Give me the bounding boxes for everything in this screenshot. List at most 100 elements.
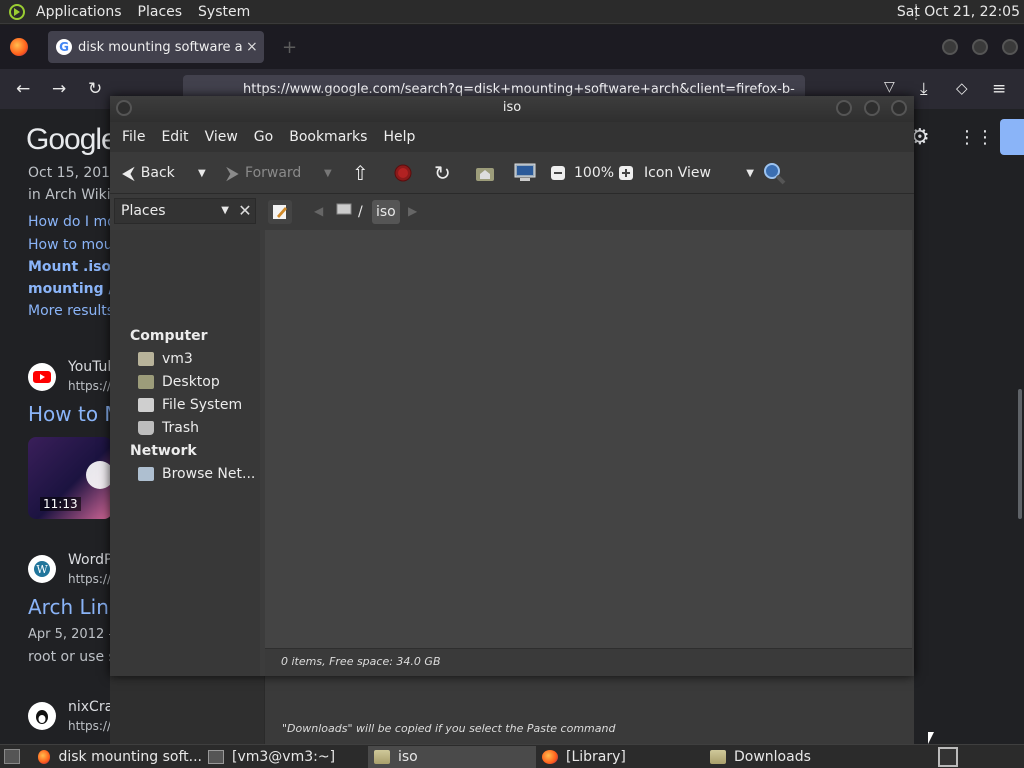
reload-icon[interactable]: ↻ [434,152,451,194]
background-window-status: "Downloads" will be copied if you select… [282,722,616,735]
zoom-in-icon[interactable] [618,152,634,194]
clock[interactable]: Sat Oct 21, 22:05 [897,0,1020,24]
task-iso[interactable]: iso [368,746,536,768]
file-manager-window: iso File Edit View Go Bookmarks Help ⮜ B… [110,96,914,676]
forward-history-dropdown[interactable]: ▼ [324,152,332,194]
trash-icon [138,421,154,435]
sidebar-item-label: Desktop [162,374,220,390]
show-desktop-icon[interactable] [4,749,20,764]
sidebar-item-label: vm3 [162,351,193,367]
forward-button[interactable]: ⮞ Forward [226,152,301,194]
applications-menu[interactable]: Applications [28,4,130,20]
menu-edit[interactable]: Edit [153,129,196,145]
play-icon [86,461,112,489]
reload-button[interactable]: ↻ [88,79,102,99]
sidebar-header-computer: Computer [130,328,208,344]
places-sidebar: Computer vm3 Desktop File System Trash N… [110,230,260,676]
result-title-link[interactable]: Arch Linu [28,595,122,619]
pocket-icon[interactable]: ▽ [884,79,895,95]
toolbar: ⮜ Back ▼ ⮞ Forward ▼ ⇧ ↻ 100% Icon View … [110,152,914,194]
result-title-link[interactable]: How to M [28,402,122,426]
video-thumbnail[interactable]: 11:13 [28,437,112,519]
sign-in-button[interactable] [1000,119,1024,155]
forward-arrow-icon: ⮞ [226,162,240,184]
top-panel: Applications Places System Sat Oct 21, 2… [0,0,1024,24]
background-window-sidebar [110,676,264,744]
search-icon[interactable] [762,152,786,194]
menu-file[interactable]: File [114,129,153,145]
minimize-icon[interactable] [836,100,852,116]
close-sidebar-icon[interactable]: ✕ [234,198,256,224]
maximize-icon[interactable] [864,100,880,116]
breadcrumb-root[interactable]: / [358,200,363,224]
close-icon[interactable] [1002,39,1018,55]
maximize-icon[interactable] [972,39,988,55]
up-icon[interactable]: ⇧ [352,152,369,194]
menu-go[interactable]: Go [246,129,281,145]
sidebar-item-desktop[interactable]: Desktop [138,371,220,393]
minimize-icon[interactable] [942,39,958,55]
google-logo[interactable]: Google [26,123,118,157]
sidebar-item-trash[interactable]: Trash [138,417,199,439]
task-library[interactable]: [Library] [536,746,704,768]
sidebar-header-network: Network [130,443,197,459]
close-icon[interactable] [891,100,907,116]
new-tab-button[interactable]: + [282,37,297,58]
network-icon [138,467,154,481]
view-mode-label: Icon View [644,165,711,181]
sidebar-item-vm3[interactable]: vm3 [138,348,193,370]
task-label: [vm3@vm3:~] [232,749,336,765]
menu-bookmarks[interactable]: Bookmarks [281,129,375,145]
back-button[interactable]: ← [16,79,30,99]
system-menu[interactable]: System [190,4,258,20]
site-name: WordP [68,552,113,568]
crumb-left-arrow-icon[interactable]: ◀ [314,204,323,218]
home-icon[interactable] [474,152,496,194]
task-label: Downloads [734,749,811,765]
task-terminal[interactable]: [vm3@vm3:~] [202,746,368,768]
zoom-out-icon[interactable] [550,152,566,194]
desktop-icon [138,375,154,389]
task-downloads[interactable]: Downloads [704,746,872,768]
sidebar-item-file-system[interactable]: File System [138,394,242,416]
browser-tab[interactable]: G disk mounting software arch × [48,31,264,63]
places-label: Places [121,203,166,219]
result-date: Apr 5, 2012 – [28,627,115,642]
result-source: in Arch Wiki [28,187,111,203]
back-label: Back [140,165,175,181]
status-bar: 0 items, Free space: 34.0 GB [265,648,912,676]
downloads-icon[interactable]: ⤓ [920,79,928,99]
window-titlebar[interactable]: iso [110,96,914,122]
computer-icon[interactable] [514,152,536,194]
forward-button[interactable]: → [52,79,66,99]
mouse-pointer-icon [928,732,934,744]
back-button[interactable]: ⮜ Back [122,152,175,194]
page-scrollbar[interactable] [1018,389,1022,519]
distro-logo-icon[interactable] [6,1,28,23]
places-menu[interactable]: Places [130,4,191,20]
folder-icon [374,750,390,764]
result-sublink[interactable]: How to mour [28,237,118,253]
drive-icon[interactable] [336,200,352,224]
firefox-icon [38,750,51,764]
extensions-icon[interactable]: ◇ [956,79,968,97]
icon-view-area[interactable] [265,230,912,648]
task-firefox[interactable]: disk mounting soft... [32,746,202,768]
stop-icon[interactable] [394,152,412,194]
chevron-down-icon: ▼ [221,205,229,216]
crumb-right-arrow-icon[interactable]: ▶ [408,204,417,218]
back-history-dropdown[interactable]: ▼ [198,152,206,194]
view-mode-select[interactable]: Icon View ▼ [644,152,754,194]
trash-applet-icon[interactable] [938,747,958,767]
google-favicon-icon: G [56,39,72,55]
breadcrumb-current[interactable]: iso [372,200,400,224]
firefox-tab-bar: G disk mounting software arch × + [0,25,1024,69]
menu-help[interactable]: Help [375,129,423,145]
edit-location-icon[interactable] [268,200,292,224]
window-title: iso [502,100,522,115]
sidebar-item-browse-network[interactable]: Browse Net... [138,463,255,485]
video-duration: 11:13 [40,497,81,511]
tab-close-icon[interactable]: × [246,39,258,55]
menu-icon[interactable]: ≡ [992,79,1006,99]
menu-view[interactable]: View [197,129,246,145]
